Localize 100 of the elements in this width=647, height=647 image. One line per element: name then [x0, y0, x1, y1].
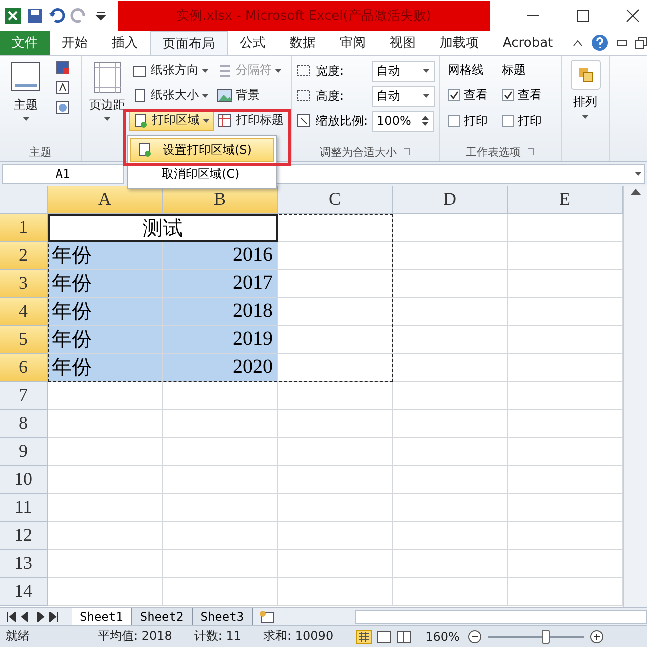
close-icon[interactable]	[626, 9, 640, 23]
menu-item[interactable]: 取消印区域(C)	[130, 162, 274, 186]
sheet-tab[interactable]: Sheet1	[72, 608, 132, 626]
row-header[interactable]: 14	[0, 578, 48, 606]
row-header[interactable]: 10	[0, 466, 48, 494]
row-header[interactable]: 6	[0, 354, 48, 382]
table-cell: 年份	[48, 298, 163, 326]
caret-icon	[423, 69, 430, 73]
ribbon-tab[interactable]: 加载项	[428, 31, 491, 55]
spinner-arrows-icon[interactable]	[422, 115, 430, 127]
group-label: 调整为合适大小	[292, 143, 439, 161]
caret-icon	[635, 172, 642, 176]
dialog-launcher-icon[interactable]	[403, 148, 411, 156]
column-header[interactable]: E	[508, 186, 623, 214]
row-header[interactable]: 1	[0, 214, 48, 242]
zoom-out-icon[interactable]	[468, 630, 482, 644]
formula-field[interactable]	[274, 164, 645, 184]
minimize-icon[interactable]	[617, 40, 628, 46]
vertical-scrollbar[interactable]	[623, 186, 647, 607]
field-label: 高度:	[316, 88, 346, 104]
checkbox-label: 查看	[518, 86, 542, 104]
page-icon	[137, 142, 153, 158]
checkbox[interactable]	[448, 89, 460, 101]
ribbon-tab[interactable]: 数据	[278, 31, 328, 55]
ribbon-tab[interactable]: 审阅	[328, 31, 378, 55]
orientation-button[interactable]: 纸张方向	[129, 60, 214, 81]
page-layout-icon[interactable]	[376, 630, 392, 644]
menu-item[interactable]: 设置打印区域(S)	[130, 138, 274, 162]
row-header[interactable]: 12	[0, 522, 48, 550]
save-icon[interactable]	[26, 7, 44, 25]
table-cell: 2018	[163, 298, 278, 326]
option-heading: 标题	[502, 62, 527, 78]
status-statistic: 计数: 11	[194, 628, 242, 645]
sheet-tab[interactable]: Sheet3	[192, 608, 254, 626]
checkbox[interactable]	[502, 115, 514, 127]
sheet-tab[interactable]: Sheet2	[132, 608, 193, 626]
undo-icon[interactable]	[48, 7, 66, 25]
page-break-preview-icon[interactable]	[396, 630, 412, 644]
checkbox-label: 打印	[464, 112, 488, 130]
row-header[interactable]: 2	[0, 242, 48, 270]
row-header[interactable]: 3	[0, 270, 48, 298]
row-header[interactable]: 8	[0, 410, 48, 438]
table-cell: 2016	[163, 242, 278, 270]
field-label: 缩放比例:	[316, 112, 368, 130]
help-icon[interactable]	[591, 34, 610, 52]
ribbon-tab[interactable]: 公式	[228, 31, 278, 55]
excel-logo-icon	[4, 7, 22, 25]
size-button[interactable]: 纸张大小	[129, 85, 214, 106]
print-titles-button[interactable]: 打印标题	[214, 110, 287, 131]
caret-icon	[203, 118, 210, 122]
row-header[interactable]: 5	[0, 326, 48, 354]
caret-icon	[582, 115, 589, 119]
status-statistic: 求和: 10090	[264, 628, 334, 645]
dropdown-field[interactable]: 自动	[372, 86, 435, 106]
row-header[interactable]: 9	[0, 438, 48, 466]
ribbon-tab[interactable]: 开始	[50, 31, 100, 55]
column-header[interactable]: A	[48, 186, 163, 214]
page-margins-icon	[92, 62, 122, 94]
zoom-in-icon[interactable]	[590, 630, 604, 644]
window-title: 实例.xlsx - Microsoft Excel(产品激活失败)	[118, 1, 490, 31]
table-cell: 年份	[48, 354, 163, 382]
scale-spinner[interactable]: 100%	[372, 110, 434, 132]
row-header[interactable]: 13	[0, 550, 48, 578]
name-box[interactable]: A1	[2, 164, 124, 184]
collapse-ribbon-icon[interactable]	[573, 39, 584, 47]
horizontal-scrollbar[interactable]	[355, 610, 647, 624]
normal-view-icon[interactable]	[356, 630, 372, 644]
column-header[interactable]: D	[393, 186, 508, 214]
column-header[interactable]: C	[278, 186, 393, 214]
row-header[interactable]: 11	[0, 494, 48, 522]
slider-thumb[interactable]	[542, 630, 550, 644]
caret-icon	[423, 94, 430, 98]
restore-icon[interactable]	[635, 37, 647, 49]
print-area-button[interactable]: 打印区域	[129, 110, 214, 131]
status-text: 就绪	[6, 628, 30, 645]
caret-icon	[275, 68, 282, 72]
ribbon-tab[interactable]: Acrobat	[491, 31, 566, 55]
ribbon-tab[interactable]: 插入	[100, 31, 150, 55]
new-sheet-icon[interactable]	[259, 610, 276, 624]
row-header[interactable]: 7	[0, 382, 48, 410]
file-menu-tab[interactable]: 文件	[0, 31, 50, 55]
status-statistic: 平均值: 2018	[98, 628, 172, 645]
ribbon-tab[interactable]: 视图	[378, 31, 428, 55]
field-label: 宽度:	[316, 62, 346, 80]
themes-button[interactable]: 主题	[4, 60, 48, 139]
checkbox-label: 查看	[464, 86, 488, 104]
page-icon	[133, 112, 149, 128]
background-button[interactable]: 背景	[214, 85, 287, 106]
row-header[interactable]: 4	[0, 298, 48, 326]
table-cell: 年份	[48, 270, 163, 298]
margins-button[interactable]: 页边距	[86, 60, 129, 139]
checkbox[interactable]	[502, 89, 514, 101]
dialog-launcher-icon[interactable]	[527, 148, 535, 156]
picture-icon	[217, 88, 233, 104]
option-heading: 网格线	[448, 62, 485, 78]
ribbon-tab[interactable]: 页面布局	[150, 31, 228, 55]
maximize-icon[interactable]	[576, 9, 590, 23]
scroll-up-icon[interactable]	[630, 189, 640, 195]
checkbox[interactable]	[448, 115, 460, 127]
dropdown-field[interactable]: 自动	[372, 60, 435, 82]
